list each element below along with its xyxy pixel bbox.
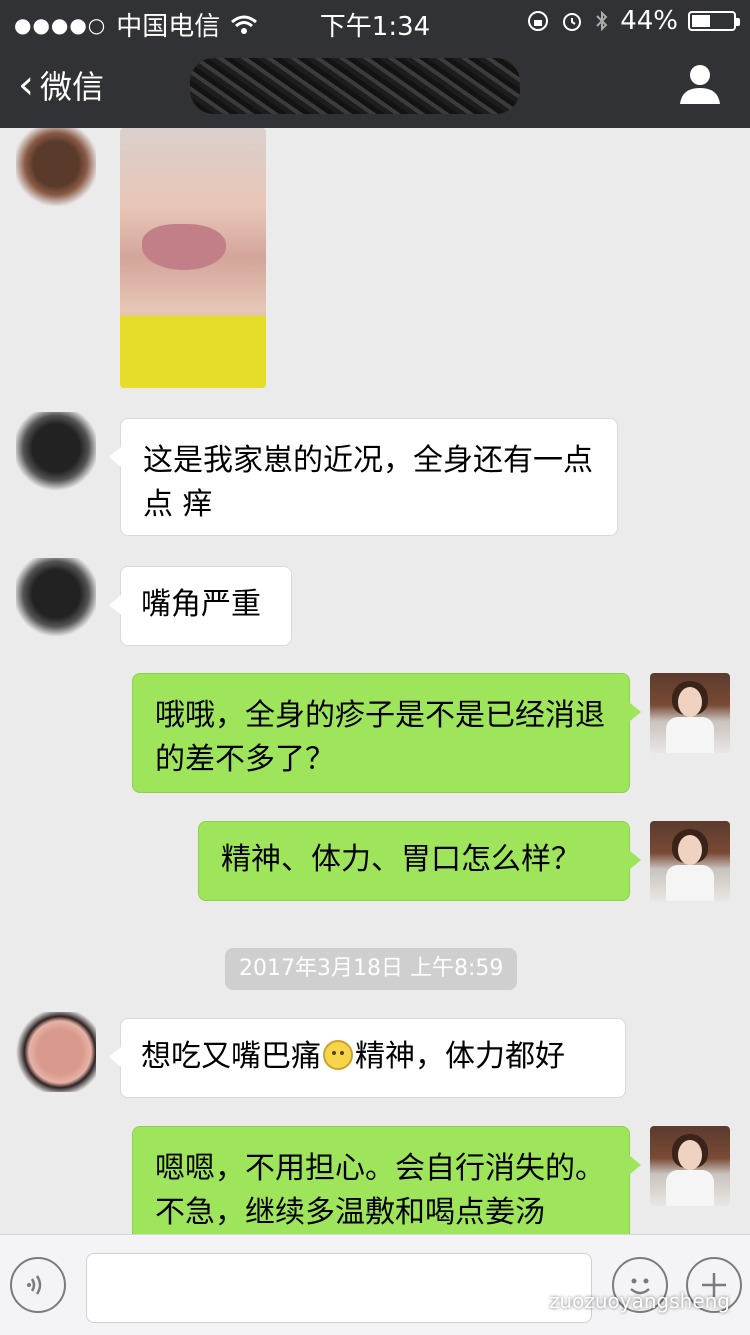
photo-message[interactable] xyxy=(120,128,266,388)
message-bubble-received[interactable]: 想吃又嘴巴痛 精神，体力都好 xyxy=(109,1018,626,1098)
status-bar: ●●●●○ 中国电信 下午1:34 44% xyxy=(0,0,750,42)
back-button[interactable]: ‹ 微信 xyxy=(18,62,104,108)
watermark-text: zuozuoyangsheng xyxy=(548,1289,730,1313)
message-bubble-sent[interactable]: 哦哦，全身的疹子是不是已经消退的差不多了？ xyxy=(132,673,641,793)
message-text: 哦哦，全身的疹子是不是已经消退的差不多了？ xyxy=(155,698,605,777)
message-text-part1: 想吃又嘴巴痛 xyxy=(141,1039,321,1074)
message-text: 嗯嗯，不用担心。会自行消失的。不急，继续多温敷和喝点姜汤 xyxy=(155,1151,605,1230)
chevron-left-icon: ‹ xyxy=(18,62,34,108)
my-avatar[interactable] xyxy=(650,1126,730,1206)
message-bubble-sent[interactable]: 嗯嗯，不用担心。会自行消失的。不急，继续多温敷和喝点姜汤 xyxy=(132,1126,641,1234)
message-bubble-sent[interactable]: 精神、体力、胃口怎么样？ xyxy=(198,821,641,901)
nav-bar: ‹ 微信 xyxy=(0,40,750,128)
message-text: 嘴角严重 xyxy=(141,587,261,622)
contact-avatar[interactable] xyxy=(16,412,96,492)
message-text: 精神、体力、胃口怎么样？ xyxy=(221,842,581,877)
photo-detail-lips xyxy=(142,224,226,270)
message-text-part2: 精神，体力都好 xyxy=(355,1039,565,1074)
contact-avatar[interactable] xyxy=(16,558,96,638)
redacted-chat-title xyxy=(190,58,520,114)
contact-avatar[interactable] xyxy=(16,1012,96,1092)
alarm-icon xyxy=(563,13,582,31)
battery-icon xyxy=(688,11,740,31)
message-bubble-received[interactable]: 这是我家崽的近况，全身还有一点点 痒 xyxy=(109,418,618,536)
smile-emoji-icon xyxy=(323,1040,353,1070)
voice-icon xyxy=(27,1275,42,1295)
input-bar: zuozuoyangsheng xyxy=(0,1234,750,1335)
timestamp-divider: 2017年3月18日 上午8:59 xyxy=(225,948,518,990)
message-text: 这是我家崽的近况，全身还有一点点 痒 xyxy=(143,443,593,522)
voice-button[interactable] xyxy=(10,1257,66,1313)
rotation-lock-icon xyxy=(528,11,549,31)
profile-icon[interactable] xyxy=(676,60,724,108)
contact-avatar[interactable] xyxy=(16,128,96,208)
my-avatar[interactable] xyxy=(650,673,730,753)
bluetooth-icon xyxy=(596,10,608,32)
chat-area[interactable]: 这是我家崽的近况，全身还有一点点 痒 嘴角严重 哦哦，全身的疹子是不是已经消退的… xyxy=(0,128,750,1234)
back-label: 微信 xyxy=(40,68,105,106)
battery-percent: 44% xyxy=(620,6,678,36)
watermark: zuozuoyangsheng xyxy=(512,1289,730,1313)
my-avatar[interactable] xyxy=(650,821,730,901)
photo-detail-sweater xyxy=(120,316,266,388)
wechat-logo-icon xyxy=(512,1290,542,1311)
message-bubble-received[interactable]: 嘴角严重 xyxy=(109,566,292,646)
battery-fill xyxy=(692,15,710,27)
